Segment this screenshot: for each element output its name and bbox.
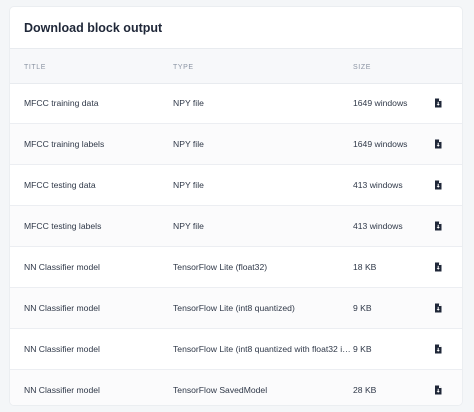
row-size: 9 KB — [353, 344, 372, 354]
panel-title: Download block output — [24, 21, 163, 35]
column-header-title: TITLE — [24, 64, 47, 71]
table-row: MFCC training data NPY file 1649 windows — [10, 83, 462, 124]
download-file-icon[interactable] — [433, 303, 443, 313]
row-title: MFCC testing data — [24, 180, 96, 190]
row-size: 9 KB — [353, 303, 372, 313]
download-file-icon[interactable] — [433, 262, 443, 272]
download-file-icon[interactable] — [433, 344, 443, 354]
download-file-icon[interactable] — [433, 385, 443, 395]
row-size: 1649 windows — [353, 139, 408, 149]
row-size: 413 windows — [353, 180, 403, 190]
row-type: TensorFlow Lite (float32) — [173, 262, 268, 272]
download-file-icon[interactable] — [433, 139, 443, 149]
row-title: MFCC training labels — [24, 139, 105, 149]
table-row: NN Classifier model TensorFlow Lite (int8… — [10, 329, 462, 370]
row-title: NN Classifier model — [24, 303, 100, 313]
row-type: TensorFlow Lite (int8 quantized with flo… — [173, 344, 351, 354]
row-type: TensorFlow SavedModel — [173, 385, 268, 395]
row-title: MFCC training data — [24, 98, 99, 108]
table-header: TITLE TYPE SIZE — [10, 49, 462, 84]
row-size: 28 KB — [353, 385, 377, 395]
table-row: NN Classifier model TensorFlow Lite (floa… — [10, 247, 462, 288]
row-type: TensorFlow Lite (int8 quantized) — [173, 303, 295, 313]
column-header-size: SIZE — [353, 64, 371, 71]
row-size: 1649 windows — [353, 98, 408, 108]
row-title: MFCC testing labels — [24, 221, 102, 231]
download-block-output-panel: Download block output TITLE TYPE SIZE MF… — [10, 7, 462, 405]
download-file-icon[interactable] — [433, 180, 443, 190]
row-size: 413 windows — [353, 221, 403, 231]
row-title: NN Classifier model — [24, 262, 100, 272]
table-row: MFCC testing data NPY file 413 windows — [10, 165, 462, 206]
row-title: NN Classifier model — [24, 344, 100, 354]
row-title: NN Classifier model — [24, 385, 100, 395]
download-file-icon[interactable] — [433, 98, 443, 108]
download-file-icon[interactable] — [433, 221, 443, 231]
row-type: NPY file — [173, 98, 204, 108]
table-row: NN Classifier model TensorFlow SavedModel… — [10, 370, 462, 405]
table-row: MFCC training labels NPY file 1649 windows — [10, 124, 462, 165]
column-header-type: TYPE — [173, 64, 194, 71]
table-row: NN Classifier model TensorFlow Lite (int8… — [10, 288, 462, 329]
table-row: MFCC testing labels NPY file 413 windows — [10, 206, 462, 247]
row-type: NPY file — [173, 139, 204, 149]
row-type: NPY file — [173, 221, 204, 231]
row-size: 18 KB — [353, 262, 377, 272]
row-type: NPY file — [173, 180, 204, 190]
